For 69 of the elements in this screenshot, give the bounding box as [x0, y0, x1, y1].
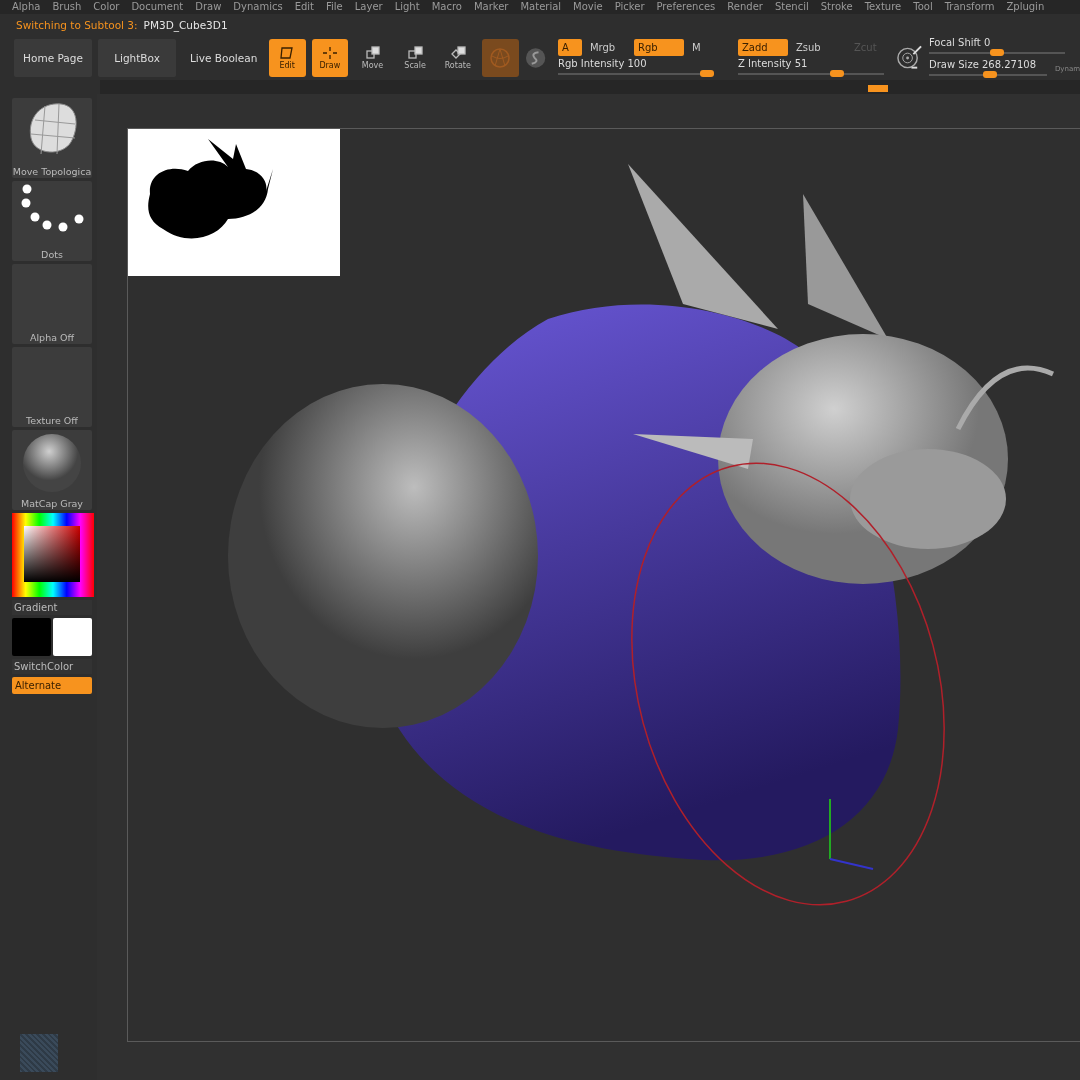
switch-color-button[interactable]: SwitchColor — [12, 659, 92, 674]
channel-toggle[interactable]: Zsub — [791, 38, 846, 56]
rotate-icon — [449, 46, 466, 60]
texture-swatch — [20, 1034, 58, 1072]
shelf-tile[interactable]: Texture Off — [12, 347, 92, 427]
shelf-tile[interactable]: Move Topologica — [12, 98, 92, 178]
menu-item[interactable]: Picker — [608, 0, 651, 14]
menu-item[interactable]: Texture — [858, 0, 908, 14]
channel-toggle[interactable]: A — [557, 38, 582, 56]
menu-item[interactable]: Layer — [348, 0, 389, 14]
alternate-button[interactable]: Alternate — [12, 677, 92, 694]
menu-item[interactable]: Color — [87, 0, 126, 14]
move-icon — [364, 46, 381, 60]
menu-item[interactable]: Movie — [567, 0, 609, 14]
sphere-icon — [489, 47, 512, 69]
menu-item[interactable]: Stencil — [768, 0, 815, 14]
menu-item[interactable]: Material — [514, 0, 568, 14]
viewport[interactable] — [127, 128, 1080, 1042]
slider-label: Rgb Intensity 100 — [557, 57, 648, 69]
menu-item[interactable]: Dynamics — [227, 0, 289, 14]
channel-toggle[interactable]: Rgb — [633, 38, 684, 56]
color-picker[interactable] — [12, 513, 94, 597]
slider-label: Z Intensity 51 — [737, 57, 809, 69]
shelf-tile[interactable]: MatCap Gray — [12, 430, 92, 510]
scale-icon — [407, 46, 424, 60]
slider-thumb[interactable] — [983, 71, 998, 78]
mode-button[interactable]: Scale — [396, 39, 434, 77]
toolbar-button[interactable]: LightBox — [98, 39, 176, 77]
gradient-label[interactable]: Gradient — [12, 600, 92, 615]
menu-item[interactable]: Render — [721, 0, 769, 14]
menu-item[interactable]: Stroke — [814, 0, 859, 14]
main-color-swatch[interactable] — [12, 618, 51, 656]
mode-button[interactable]: Draw — [311, 39, 349, 77]
slider-thumb[interactable] — [699, 69, 714, 77]
material-swirl-icon[interactable] — [524, 47, 546, 69]
channel-toggle[interactable]: M — [687, 38, 732, 56]
toolbar-button[interactable]: Home Page — [14, 39, 92, 77]
menu-item[interactable]: Transform — [938, 0, 1001, 14]
menu-item[interactable]: Macro — [425, 0, 468, 14]
menu-item[interactable]: Document — [125, 0, 190, 14]
slider-label: Draw Size 268.27108 — [928, 59, 1038, 70]
menu-item[interactable]: File — [320, 0, 349, 14]
channel-toggle[interactable]: Mrgb — [585, 38, 630, 56]
mode-button[interactable]: Edit — [268, 39, 306, 77]
edit-icon — [279, 46, 296, 60]
menu-item[interactable]: Brush — [46, 0, 88, 14]
toolbar-button[interactable]: Live Boolean — [182, 39, 263, 77]
menu-item[interactable]: Alpha — [6, 0, 47, 14]
secondary-color-swatch[interactable] — [53, 618, 92, 656]
slider-label: Focal Shift 0 — [928, 37, 992, 48]
menu-item[interactable]: Marker — [467, 0, 515, 14]
slider-thumb[interactable] — [830, 69, 845, 77]
menu-item[interactable]: Zplugin — [1000, 0, 1051, 14]
subtool-name: PM3D_Cube3D1 — [143, 19, 228, 31]
menu-item[interactable]: Light — [388, 0, 426, 14]
menu-item[interactable]: Tool — [907, 0, 939, 14]
scroll-thumb[interactable] — [868, 85, 888, 92]
slider-thumb[interactable] — [989, 49, 1004, 56]
mode-button[interactable]: Rotate — [439, 39, 477, 77]
shelf-tile[interactable]: Alpha Off — [12, 264, 92, 344]
status-message: Switching to Subtool 3: — [16, 19, 138, 31]
menu-item[interactable]: Edit — [288, 0, 321, 14]
mode-button[interactable]: Move — [354, 39, 391, 77]
crosshair-icon — [321, 46, 338, 60]
channel-toggle[interactable]: Zadd — [737, 38, 788, 56]
menu-item[interactable]: Preferences — [650, 0, 722, 14]
brush-target-icon[interactable] — [895, 44, 923, 72]
shelf-tile[interactable]: Dots — [12, 181, 92, 261]
menu-item[interactable]: Draw — [189, 0, 228, 14]
